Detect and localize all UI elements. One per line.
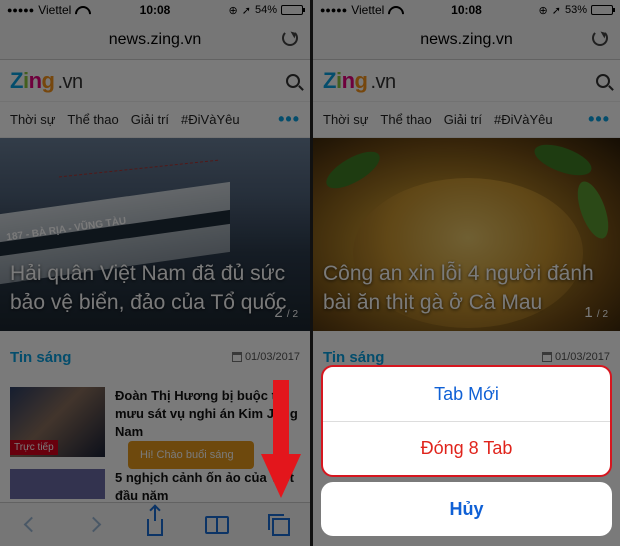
slide-total: 2 — [602, 309, 608, 320]
battery-percent: 54% — [254, 4, 277, 16]
more-menu-icon[interactable]: ••• — [278, 109, 300, 130]
logo-suffix: .vn — [57, 70, 83, 93]
section-date: 01/03/2017 — [541, 351, 610, 363]
status-right: ⊕ ➚ 53% — [538, 4, 615, 17]
signal-icon: ●●●●● — [320, 5, 348, 15]
status-right: ⊕ ➚ 54% — [228, 4, 305, 17]
nav-item-giai-tri[interactable]: Giải trí — [444, 112, 482, 127]
battery-icon — [281, 5, 305, 15]
url-text[interactable]: news.zing.vn — [109, 31, 202, 49]
nav-item-di-va-yeu[interactable]: #ĐiVàYêu — [494, 112, 553, 127]
phone-left: ●●●●● Viettel 10:08 ⊕ ➚ 54% news.zing.vn… — [0, 0, 310, 546]
reload-icon[interactable] — [282, 30, 298, 46]
date-text: 01/03/2017 — [244, 351, 300, 363]
article-thumbnail[interactable] — [10, 469, 105, 499]
article-thumbnail[interactable]: Trực tiếp — [10, 387, 105, 457]
search-icon[interactable] — [286, 73, 300, 88]
calendar-icon — [541, 352, 552, 362]
slide-counter: 1 / 2 — [584, 304, 608, 321]
status-bar: ●●●●● Viettel 10:08 ⊕ ➚ 53% — [313, 0, 620, 20]
location-icon: ➚ — [551, 4, 561, 17]
bookmarks-button[interactable] — [204, 512, 230, 538]
category-nav: Thời sự Thể thao Giải trí #ĐiVàYêu ••• — [313, 102, 620, 138]
hero-slide[interactable]: 187 - BÀ RỊA - VŨNG TÀU Hải quân Việt Na… — [0, 138, 310, 331]
section-header: Tin sáng 01/03/2017 — [0, 331, 310, 383]
carrier-label: Viettel — [38, 3, 72, 17]
alarm-icon: ⊕ — [538, 4, 548, 17]
battery-percent: 53% — [564, 4, 587, 16]
tab-action-sheet: Tab Mới Đóng 8 Tab — [321, 365, 612, 477]
logo-suffix: .vn — [370, 70, 396, 93]
site-logo[interactable]: Zing .vn — [323, 68, 396, 94]
slide-counter: 2 / 2 — [274, 304, 298, 321]
back-button[interactable] — [18, 512, 44, 538]
safari-toolbar — [0, 502, 310, 546]
address-bar[interactable]: news.zing.vn — [0, 20, 310, 60]
nav-item-di-va-yeu[interactable]: #ĐiVàYêu — [181, 112, 240, 127]
nav-item-giai-tri[interactable]: Giải trí — [131, 112, 169, 127]
site-logo[interactable]: Zing .vn — [10, 68, 83, 94]
url-text[interactable]: news.zing.vn — [420, 31, 513, 49]
close-tabs-button[interactable]: Đóng 8 Tab — [323, 421, 610, 475]
hero-slide[interactable]: Công an xin lỗi 4 người đánh bài ăn thịt… — [313, 138, 620, 331]
hero-title[interactable]: Hải quân Việt Nam đã đủ sức bảo vệ biển,… — [10, 259, 294, 317]
tabs-button[interactable] — [266, 512, 292, 538]
nav-item-thoi-su[interactable]: Thời sự — [10, 112, 55, 127]
wifi-icon — [388, 6, 400, 15]
date-text: 01/03/2017 — [554, 351, 610, 363]
cancel-button[interactable]: Hủy — [321, 482, 612, 536]
nav-item-the-thao[interactable]: Thể thao — [380, 112, 431, 127]
carrier-label: Viettel — [351, 3, 385, 17]
signal-icon: ●●●●● — [7, 5, 35, 15]
down-arrow-icon — [261, 380, 301, 498]
forward-icon — [85, 516, 101, 533]
hero-title[interactable]: Công an xin lỗi 4 người đánh bài ăn thịt… — [323, 259, 604, 317]
category-nav: Thời sự Thể thao Giải trí #ĐiVàYêu ••• — [0, 102, 310, 138]
site-header: Zing .vn — [0, 60, 310, 102]
tabs-icon — [268, 513, 290, 536]
phone-right: ●●●●● Viettel 10:08 ⊕ ➚ 53% news.zing.vn… — [313, 0, 620, 546]
section-title[interactable]: Tin sáng — [323, 349, 384, 366]
section-title[interactable]: Tin sáng — [10, 349, 71, 366]
new-tab-button[interactable]: Tab Mới — [323, 367, 610, 421]
forward-button[interactable] — [80, 512, 106, 538]
location-icon: ➚ — [241, 4, 251, 17]
slide-current: 2 — [274, 304, 283, 321]
chat-bubble[interactable]: Hi! Chào buổi sáng — [128, 441, 254, 469]
screenshot-composite: ●●●●● Viettel 10:08 ⊕ ➚ 54% news.zing.vn… — [0, 0, 620, 546]
calendar-icon — [231, 352, 242, 362]
search-icon[interactable] — [596, 73, 610, 88]
site-header: Zing .vn — [313, 60, 620, 102]
status-bar: ●●●●● Viettel 10:08 ⊕ ➚ 54% — [0, 0, 310, 20]
more-menu-icon[interactable]: ••• — [588, 109, 610, 130]
share-icon — [147, 507, 163, 536]
alarm-icon: ⊕ — [228, 4, 238, 17]
share-button[interactable] — [142, 507, 168, 538]
nav-item-the-thao[interactable]: Thể thao — [67, 112, 118, 127]
battery-icon — [591, 5, 615, 15]
nav-item-thoi-su[interactable]: Thời sự — [323, 112, 368, 127]
reload-icon[interactable] — [592, 30, 608, 46]
section-date: 01/03/2017 — [231, 351, 300, 363]
slide-total: 2 — [292, 309, 298, 320]
back-icon — [23, 516, 39, 533]
live-badge: Trực tiếp — [10, 440, 58, 455]
slide-current: 1 — [584, 304, 593, 321]
bookmarks-icon — [205, 515, 229, 534]
address-bar[interactable]: news.zing.vn — [313, 20, 620, 60]
wifi-icon — [75, 6, 87, 15]
